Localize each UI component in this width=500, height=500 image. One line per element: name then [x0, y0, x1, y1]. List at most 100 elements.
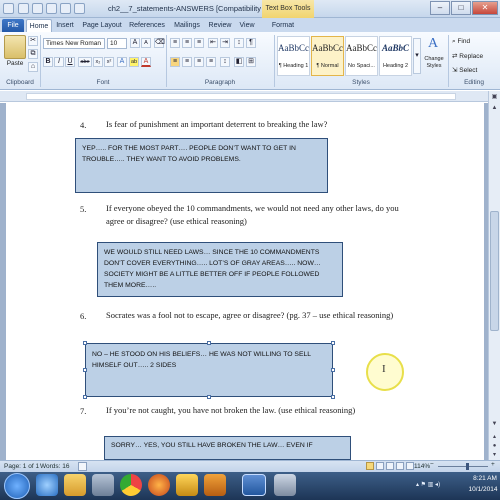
align-left-icon[interactable]: ≡ [170, 57, 180, 67]
save-icon[interactable] [18, 3, 29, 14]
font-color-button[interactable]: A [141, 57, 151, 67]
sticky-app-icon[interactable] [176, 474, 198, 496]
internet-explorer-icon[interactable] [36, 474, 58, 496]
firefox-icon[interactable] [148, 474, 170, 496]
style-no-spacing[interactable]: AaBbCcDc No Spaci... [345, 36, 378, 76]
quick-print-icon[interactable] [60, 3, 71, 14]
previous-page-icon[interactable]: ▴ [490, 433, 499, 442]
tab-insert[interactable]: Insert [52, 19, 78, 32]
zoom-slider-thumb[interactable] [466, 463, 469, 470]
tab-review[interactable]: Review [206, 19, 234, 32]
answer-textbox[interactable]: WE WOULD STILL NEED LAWS… SINCE THE 10 C… [97, 242, 343, 297]
full-screen-view-icon[interactable] [376, 462, 384, 470]
text-effects-button[interactable]: A [117, 57, 127, 67]
style-heading1[interactable]: AaBbCcDc ¶ Heading 1 [277, 36, 310, 76]
media-player-icon[interactable] [92, 474, 114, 496]
underline-button[interactable]: U [65, 57, 75, 67]
change-styles-button[interactable]: Change Styles [422, 56, 446, 70]
vertical-scrollbar[interactable]: ▣ ▲ ▼ ▴ ● ▾ [488, 91, 500, 460]
resize-handle[interactable] [207, 341, 211, 345]
document-page[interactable]: 4. Is fear of punishment an important de… [6, 103, 484, 460]
chrome-icon[interactable] [120, 474, 142, 496]
file-explorer-icon[interactable] [64, 474, 86, 496]
select-button[interactable]: ⇲ Select [452, 66, 477, 74]
ruler-toggle-icon[interactable]: ▣ [490, 93, 499, 102]
bullets-icon[interactable]: ≡ [170, 38, 180, 48]
grow-font-button[interactable]: A [130, 38, 140, 48]
resize-handle[interactable] [331, 341, 335, 345]
customize-toolbar-icon[interactable] [74, 3, 85, 14]
clock-date[interactable]: 10/1/2014 [466, 486, 500, 493]
highlight-button[interactable]: ab [129, 57, 139, 67]
app-taskbar-icon[interactable] [274, 474, 296, 496]
zoom-level[interactable]: 114% [414, 463, 430, 470]
align-right-icon[interactable]: ≡ [194, 57, 204, 67]
powerpoint-like-icon[interactable] [204, 474, 226, 496]
resize-handle[interactable] [83, 368, 87, 372]
close-button[interactable]: ✕ [472, 1, 498, 15]
resize-handle[interactable] [83, 341, 87, 345]
web-layout-view-icon[interactable] [386, 462, 394, 470]
tab-page-layout[interactable]: Page Layout [80, 19, 124, 32]
scroll-up-icon[interactable]: ▲ [490, 105, 499, 114]
scroll-down-icon[interactable]: ▼ [490, 421, 499, 430]
sort-icon[interactable]: ↕ [234, 38, 244, 48]
style-normal[interactable]: AaBbCcDc ¶ Normal [311, 36, 344, 76]
proofing-icon[interactable] [78, 462, 87, 471]
align-center-icon[interactable]: ≡ [182, 57, 192, 67]
minimize-button[interactable]: – [430, 1, 450, 15]
undo-icon[interactable] [32, 3, 43, 14]
italic-button[interactable]: I [54, 57, 64, 67]
start-button[interactable] [4, 473, 30, 499]
resize-handle[interactable] [207, 395, 211, 399]
tab-references[interactable]: References [126, 19, 168, 32]
outline-view-icon[interactable] [396, 462, 404, 470]
justify-icon[interactable]: ≡ [206, 57, 216, 67]
cut-icon[interactable]: ✂ [28, 36, 38, 46]
bold-button[interactable]: B [43, 57, 53, 67]
print-layout-view-icon[interactable] [366, 462, 374, 470]
tab-format[interactable]: Format [268, 19, 298, 32]
shrink-font-button[interactable]: A [141, 38, 151, 48]
format-painter-icon[interactable]: ⌂ [28, 62, 38, 72]
superscript-button[interactable]: x² [104, 57, 114, 67]
numbering-icon[interactable]: ≡ [182, 38, 192, 48]
scroll-thumb[interactable] [490, 211, 499, 331]
zoom-slider[interactable] [438, 466, 488, 467]
copy-icon[interactable]: ⧉ [28, 49, 38, 59]
shading-icon[interactable]: ◧ [234, 57, 244, 67]
find-button[interactable]: ⌕ Find [452, 38, 470, 46]
answer-textbox[interactable]: YEP….. FOR THE MOST PART…. PEOPLE DON’T … [75, 138, 328, 193]
selected-answer-textbox[interactable]: NO – HE STOOD ON HIS BELIEFS… HE WAS NOT… [85, 343, 333, 397]
replace-button[interactable]: ⇄ Replace [452, 52, 483, 60]
change-styles-icon[interactable]: A [425, 36, 441, 52]
clock-time[interactable]: 8:21 AM [470, 475, 500, 482]
styles-scroll-icon[interactable]: ▾ [413, 38, 421, 74]
paste-button[interactable]: Paste [2, 60, 28, 67]
resize-handle[interactable] [331, 368, 335, 372]
resize-handle[interactable] [83, 395, 87, 399]
tab-home[interactable]: Home [26, 19, 52, 33]
next-page-icon[interactable]: ▾ [490, 451, 499, 460]
maximize-button[interactable]: □ [451, 1, 471, 15]
draft-view-icon[interactable] [406, 462, 414, 470]
tab-mailings[interactable]: Mailings [170, 19, 204, 32]
horizontal-ruler[interactable] [0, 91, 500, 102]
font-size-combo[interactable]: 10 [107, 38, 127, 49]
strikethrough-button[interactable]: abe [78, 57, 92, 67]
borders-icon[interactable]: ⊞ [246, 57, 256, 67]
show-marks-button[interactable]: ¶ [246, 38, 256, 48]
clear-formatting-icon[interactable]: ⌫ [154, 38, 165, 48]
resize-handle[interactable] [331, 395, 335, 399]
page-count[interactable]: Page: 1 of 1 [4, 463, 39, 470]
zoom-out-icon[interactable]: − [430, 461, 434, 468]
font-name-combo[interactable]: Times New Roman [43, 38, 105, 49]
zoom-in-icon[interactable]: + [491, 461, 495, 468]
tab-view[interactable]: View [236, 19, 258, 32]
word-count[interactable]: Words: 16 [40, 463, 70, 470]
subscript-button[interactable]: x₂ [93, 57, 103, 67]
word-app-icon[interactable] [3, 3, 14, 14]
line-spacing-icon[interactable]: ↕ [220, 57, 230, 67]
increase-indent-icon[interactable]: ⇥ [220, 38, 230, 48]
tab-file[interactable]: File [2, 19, 24, 32]
